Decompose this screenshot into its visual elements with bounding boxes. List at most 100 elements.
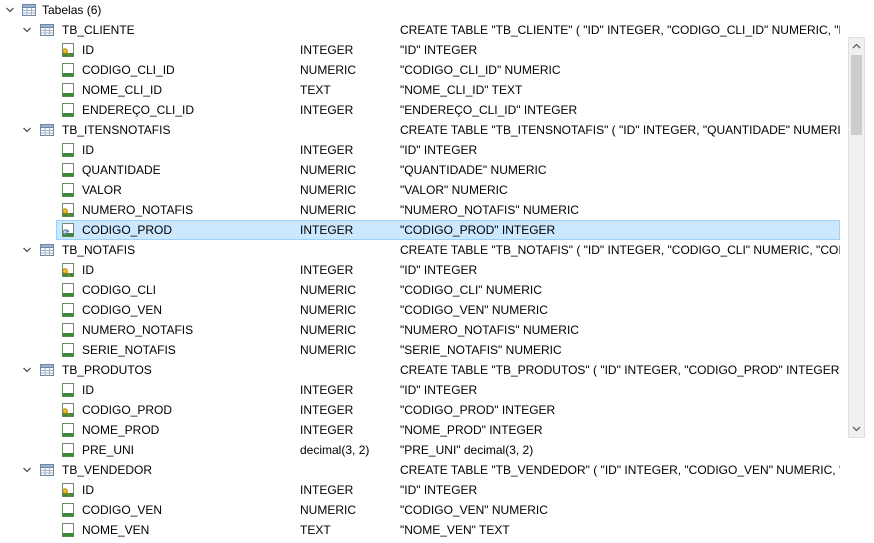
- expand-chevron-icon[interactable]: [22, 25, 32, 35]
- column-type: NUMERIC: [300, 183, 356, 197]
- column-name: QUANTIDADE: [82, 163, 161, 177]
- column-type: INTEGER: [300, 103, 354, 117]
- column-icon: [60, 62, 76, 78]
- column-row[interactable]: CODIGO_PROD INTEGER "CODIGO_PROD" INTEGER: [0, 220, 874, 240]
- expand-chevron-icon[interactable]: [22, 465, 32, 475]
- column-icon: [60, 282, 76, 298]
- column-icon: [60, 162, 76, 178]
- column-row[interactable]: CODIGO_VEN NUMERIC "CODIGO_VEN" NUMERIC: [0, 500, 874, 520]
- tables-folder-icon: [21, 2, 37, 18]
- column-type: decimal(3, 2): [300, 443, 370, 457]
- column-schema: "CODIGO_PROD" INTEGER: [400, 403, 556, 417]
- column-schema: "CODIGO_CLI_ID" NUMERIC: [400, 63, 561, 77]
- tree-root-row[interactable]: Tabelas (6): [0, 0, 874, 20]
- column-row[interactable]: ID INTEGER "ID" INTEGER: [0, 140, 874, 160]
- column-schema: "ID" INTEGER: [400, 383, 478, 397]
- table-name: TB_VENDEDOR: [62, 463, 153, 477]
- column-type: INTEGER: [300, 403, 354, 417]
- tree-root-label: Tabelas (6): [42, 3, 102, 17]
- column-row[interactable]: NOME_CLI_ID TEXT "NOME_CLI_ID" TEXT: [0, 80, 874, 100]
- table-schema: CREATE TABLE "TB_NOTAFIS" ( "ID" INTEGER…: [400, 243, 840, 257]
- column-row[interactable]: CODIGO_CLI_ID NUMERIC "CODIGO_CLI_ID" NUME…: [0, 60, 874, 80]
- table-icon: [39, 462, 55, 478]
- column-icon: [60, 142, 76, 158]
- scrollbar-thumb[interactable]: [851, 55, 862, 135]
- column-name: NOME_CLI_ID: [82, 83, 163, 97]
- scroll-up-button[interactable]: [849, 38, 864, 54]
- column-schema: "CODIGO_PROD" INTEGER: [400, 223, 556, 237]
- column-schema: "CODIGO_VEN" NUMERIC: [400, 303, 548, 317]
- column-type: INTEGER: [300, 143, 354, 157]
- column-type: NUMERIC: [300, 203, 356, 217]
- column-row[interactable]: NUMERO_NOTAFIS NUMERIC "NUMERO_NOTAFIS" NU…: [0, 320, 874, 340]
- column-row[interactable]: CODIGO_PROD INTEGER "CODIGO_PROD" INTEGER: [0, 400, 874, 420]
- expand-chevron-icon[interactable]: [22, 365, 32, 375]
- database-schema-tree: Tabelas (6) TB_CLIENTE CREATE TABLE "TB_CL…: [0, 0, 874, 543]
- column-icon: [60, 182, 76, 198]
- scroll-down-button[interactable]: [849, 421, 864, 437]
- column-name: PRE_UNI: [82, 443, 135, 457]
- expand-chevron-icon[interactable]: [22, 125, 32, 135]
- table-row[interactable]: TB_VENDEDOR CREATE TABLE "TB_VENDEDOR" ( …: [0, 460, 874, 480]
- column-type: TEXT: [300, 83, 331, 97]
- column-name: NOME_VEN: [82, 523, 150, 537]
- column-type: INTEGER: [300, 383, 354, 397]
- column-row[interactable]: NOME_VEN TEXT "NOME_VEN" TEXT: [0, 520, 874, 540]
- expand-chevron-icon[interactable]: [5, 5, 15, 15]
- column-row[interactable]: SERIE_NOTAFIS NUMERIC "SERIE_NOTAFIS" NUME…: [0, 340, 874, 360]
- column-type: NUMERIC: [300, 283, 356, 297]
- column-schema: "ID" INTEGER: [400, 263, 478, 277]
- column-type: INTEGER: [300, 43, 354, 57]
- table-row[interactable]: TB_PRODUTOS CREATE TABLE "TB_PRODUTOS" ( …: [0, 360, 874, 380]
- table-name: TB_ITENSNOTAFIS: [62, 123, 171, 137]
- table-row[interactable]: TB_CLIENTE CREATE TABLE "TB_CLIENTE" ( "I…: [0, 20, 874, 40]
- table-row[interactable]: TB_NOTAFIS CREATE TABLE "TB_NOTAFIS" ( "I…: [0, 240, 874, 260]
- column-schema: "QUANTIDADE" NUMERIC: [400, 163, 547, 177]
- table-icon: [39, 242, 55, 258]
- column-type: NUMERIC: [300, 343, 356, 357]
- column-icon: [60, 322, 76, 338]
- column-row[interactable]: ID INTEGER "ID" INTEGER: [0, 40, 874, 60]
- foreign-key-column-icon: [60, 222, 76, 238]
- column-name: ID: [82, 43, 94, 57]
- column-row[interactable]: ID INTEGER "ID" INTEGER: [0, 260, 874, 280]
- column-icon: [60, 442, 76, 458]
- vertical-scrollbar[interactable]: [848, 37, 865, 438]
- table-icon: [39, 22, 55, 38]
- column-schema: "PRE_UNI" decimal(3, 2): [400, 443, 534, 457]
- column-row[interactable]: NUMERO_NOTAFIS NUMERIC "NUMERO_NOTAFIS" NU…: [0, 200, 874, 220]
- table-row[interactable]: TB_ITENSNOTAFIS CREATE TABLE "TB_ITENSNOT…: [0, 120, 874, 140]
- column-row[interactable]: PRE_UNI decimal(3, 2) "PRE_UNI" decimal(3,…: [0, 440, 874, 460]
- table-icon: [39, 362, 55, 378]
- column-name: CODIGO_VEN: [82, 303, 163, 317]
- column-icon: [60, 82, 76, 98]
- column-type: NUMERIC: [300, 63, 356, 77]
- column-schema: "ENDEREÇO_CLI_ID" INTEGER: [400, 103, 578, 117]
- column-icon: [60, 382, 76, 398]
- column-row[interactable]: ENDEREÇO_CLI_ID INTEGER "ENDEREÇO_CLI_ID" …: [0, 100, 874, 120]
- column-name: CODIGO_VEN: [82, 503, 163, 517]
- expand-chevron-icon[interactable]: [22, 245, 32, 255]
- column-schema: "NOME_CLI_ID" TEXT: [400, 83, 523, 97]
- column-type: INTEGER: [300, 223, 354, 237]
- column-name: SERIE_NOTAFIS: [82, 343, 176, 357]
- column-type: TEXT: [300, 523, 331, 537]
- column-row[interactable]: CODIGO_CLI NUMERIC "CODIGO_CLI" NUMERIC: [0, 280, 874, 300]
- column-type: INTEGER: [300, 423, 354, 437]
- column-row[interactable]: NOME_PROD INTEGER "NOME_PROD" INTEGER: [0, 420, 874, 440]
- column-name: ENDEREÇO_CLI_ID: [82, 103, 195, 117]
- column-row[interactable]: VALOR NUMERIC "VALOR" NUMERIC: [0, 180, 874, 200]
- column-row[interactable]: ID INTEGER "ID" INTEGER: [0, 480, 874, 500]
- primary-key-column-icon: [60, 482, 76, 498]
- table-icon: [39, 122, 55, 138]
- table-schema: CREATE TABLE "TB_PRODUTOS" ( "ID" INTEGE…: [400, 363, 840, 377]
- primary-key-column-icon: [60, 402, 76, 418]
- column-row[interactable]: QUANTIDADE NUMERIC "QUANTIDADE" NUMERIC: [0, 160, 874, 180]
- column-schema: "NOME_PROD" INTEGER: [400, 423, 543, 437]
- column-schema: "ID" INTEGER: [400, 143, 478, 157]
- column-schema: "SERIE_NOTAFIS" NUMERIC: [400, 343, 562, 357]
- column-row[interactable]: ID INTEGER "ID" INTEGER: [0, 380, 874, 400]
- column-name: NUMERO_NOTAFIS: [82, 323, 194, 337]
- column-row[interactable]: CODIGO_VEN NUMERIC "CODIGO_VEN" NUMERIC: [0, 300, 874, 320]
- column-schema: "ID" INTEGER: [400, 43, 478, 57]
